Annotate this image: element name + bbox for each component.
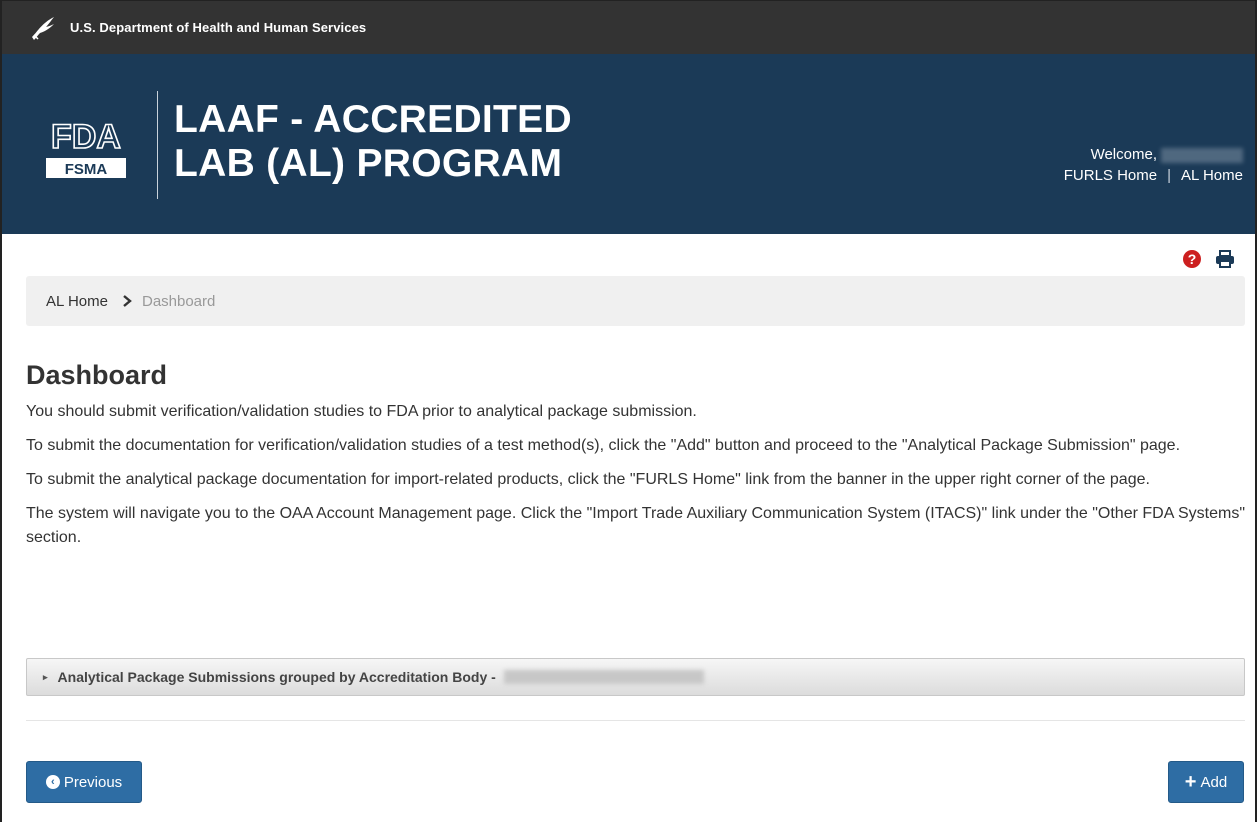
page-tools: ?: [1183, 250, 1235, 268]
furls-home-link[interactable]: FURLS Home: [1064, 167, 1157, 184]
caret-right-icon: ▸: [43, 671, 48, 682]
accordion-label: Analytical Package Submissions grouped b…: [57, 669, 496, 685]
question-circle-icon[interactable]: ?: [1183, 250, 1201, 268]
fsma-logo-text: FSMA: [65, 161, 108, 178]
submissions-accordion-header[interactable]: ▸ Analytical Package Submissions grouped…: [26, 658, 1245, 696]
previous-button[interactable]: ‹ Previous: [26, 761, 142, 803]
chevron-circle-left-icon: ‹: [45, 775, 60, 789]
main-content: Dashboard You should submit verification…: [26, 356, 1245, 560]
fda-logo-text: FDA: [51, 118, 121, 156]
site-banner: FDA FSMA LAAF - ACCREDITED LAB (AL) PROG…: [2, 54, 1255, 234]
banner-divider: [157, 91, 158, 199]
program-title: LAAF - ACCREDITED LAB (AL) PROGRAM: [174, 98, 572, 186]
redacted-accreditation-body: [503, 670, 704, 684]
program-title-line1: LAAF - ACCREDITED: [174, 98, 572, 141]
nav-separator: |: [1167, 167, 1172, 184]
al-home-link[interactable]: AL Home: [1181, 167, 1243, 184]
chevron-right-icon: [123, 295, 132, 307]
program-title-line2: LAB (AL) PROGRAM: [174, 142, 563, 185]
redacted-user-name: [1161, 147, 1243, 163]
add-button-label: Add: [1200, 773, 1228, 791]
instruction-paragraph: To submit the analytical package documen…: [26, 471, 1150, 488]
welcome-text: Welcome,: [1090, 146, 1157, 163]
instruction-paragraph: To submit the documentation for verifica…: [26, 437, 1181, 454]
breadcrumb-current: Dashboard: [141, 292, 216, 310]
previous-button-label: Previous: [63, 773, 123, 791]
hhs-department-name: U.S. Department of Health and Human Serv…: [70, 20, 367, 35]
fda-fsma-logo: FDA FSMA: [46, 117, 126, 178]
instruction-paragraph: You should submit verification/validatio…: [26, 403, 697, 420]
print-icon[interactable]: [1215, 250, 1235, 268]
plus-icon: +: [1184, 771, 1197, 793]
breadcrumb-al-home[interactable]: AL Home: [46, 293, 108, 310]
user-nav: Welcome, FURLS Home | AL Home: [1064, 144, 1243, 186]
breadcrumb: AL Home Dashboard: [26, 276, 1245, 326]
instruction-paragraph: The system will navigate you to the OAA …: [26, 505, 1245, 546]
add-button[interactable]: + Add: [1168, 761, 1244, 803]
page-title: Dashboard: [26, 360, 168, 390]
hhs-top-bar: U.S. Department of Health and Human Serv…: [2, 1, 1255, 54]
hhs-eagle-icon: [32, 16, 54, 40]
section-divider: [26, 720, 1245, 721]
